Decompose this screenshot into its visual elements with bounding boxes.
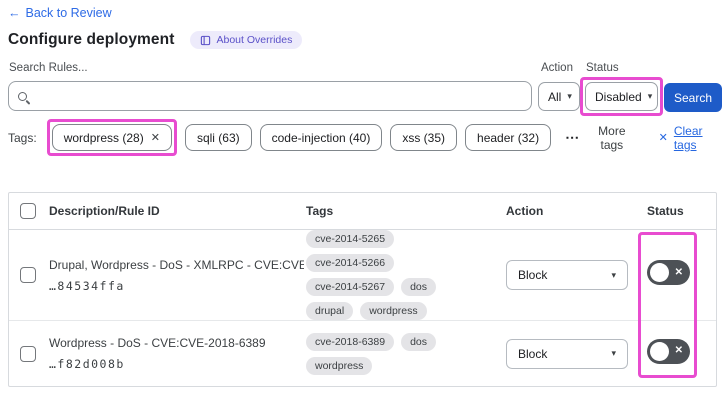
page-title: Configure deployment [8,31,175,48]
column-header-status: Status [647,204,684,218]
rule-tags: cve-2018-6389 dos wordpress [304,332,503,375]
tag-pill-header[interactable]: header (32) [465,124,552,151]
row-checkbox[interactable] [20,345,36,362]
tags-filter-bar: Tags: wordpress (28) ✕ sqli (63) code-in… [8,119,725,156]
rule-description: Drupal, Wordpress - DoS - XMLRPC - CVE:C… [49,257,304,272]
tag-pill-sqli[interactable]: sqli (63) [184,124,252,151]
highlight-box-status-filter: Disabled ▾ [580,77,663,116]
book-icon [200,35,211,46]
clear-tags-icon: ✕ [658,132,668,144]
column-header-tags: Tags [306,204,334,218]
chevron-down-icon: ▾ [567,91,572,101]
search-icon [18,91,27,101]
rule-tag: dos [401,278,436,296]
action-select[interactable]: Block ▾ [506,260,628,290]
status-dropdown-value: Disabled [595,89,642,104]
action-dropdown[interactable]: All ▾ [538,82,580,111]
chevron-down-icon: ▾ [647,91,653,101]
toggle-knob [650,263,669,282]
action-select[interactable]: Block ▾ [506,338,628,369]
rule-tag: wordpress [360,302,427,320]
search-rules-label: Search Rules... [9,62,88,74]
search-input[interactable] [8,81,532,111]
rule-tags: cve-2014-5265 cve-2014-5266 cve-2014-526… [304,230,503,320]
search-button[interactable]: Search [664,83,722,112]
table-header-row: Description/Rule ID Tags Action Status [9,193,716,230]
rule-id: …f82d008b [49,357,125,371]
rule-tag: cve-2018-6389 [306,332,395,351]
tags-label: Tags: [8,130,37,145]
rule-tag: cve-2014-5267 [306,278,395,296]
action-select-value: Block [518,346,548,361]
status-toggle[interactable]: ✕ [647,260,690,285]
tag-pill-label: wordpress (28) [63,130,144,145]
remove-tag-icon[interactable]: ✕ [151,131,160,144]
rules-table: Description/Rule ID Tags Action Status D… [8,192,717,387]
toggle-off-icon: ✕ [674,345,683,356]
rule-tag: wordpress [306,356,373,375]
toggle-knob [650,341,669,361]
back-arrow-icon: ← [8,6,21,20]
tag-pill-xss[interactable]: xss (35) [390,124,458,151]
rule-description: Wordpress - DoS - CVE:CVE-2018-6389 [49,336,266,350]
clear-tags-label: Clear tags [673,123,703,152]
rule-tag: drupal [306,302,354,320]
action-dropdown-value: All [548,89,562,104]
rule-id: …84534ffa [49,278,125,293]
table-row: Wordpress - DoS - CVE:CVE-2018-6389 …f82… [9,320,716,386]
highlight-box-selected-tag: wordpress (28) ✕ [46,119,177,156]
rule-tag: dos [401,332,436,351]
action-select-value: Block [518,268,548,282]
back-to-review-link[interactable]: ← Back to Review [8,6,112,20]
configure-deployment-page: ← Back to Review Configure deployment Ab… [0,0,725,406]
about-overrides-label: About Overrides [216,34,293,46]
status-filter-label: Status [586,62,619,74]
toggle-off-icon: ✕ [674,266,683,278]
status-toggle[interactable]: ✕ [647,338,690,364]
chevron-down-icon: ▾ [611,269,616,280]
row-checkbox[interactable] [20,267,36,283]
column-header-description: Description/Rule ID [49,204,160,218]
column-header-action: Action [506,204,544,218]
tag-pill-wordpress[interactable]: wordpress (28) ✕ [51,124,172,151]
chevron-down-icon: ▾ [611,348,616,358]
more-tags-button[interactable]: ⋯ More tags [565,124,637,152]
title-row: Configure deployment About Overrides [8,31,303,49]
action-filter-label: Action [541,62,573,74]
back-link-label: Back to Review [25,6,112,20]
more-tags-label: More tags [598,123,626,152]
search-rules-field[interactable] [34,89,522,103]
rule-tag: cve-2014-5266 [306,254,395,272]
table-row: Drupal, Wordpress - DoS - XMLRPC - CVE:C… [9,230,716,320]
status-dropdown[interactable]: Disabled ▾ [585,82,658,111]
select-all-checkbox[interactable] [20,203,36,219]
tag-pill-code-injection[interactable]: code-injection (40) [259,124,383,151]
clear-tags-link[interactable]: ✕ Clear tags [659,124,725,152]
rule-tag: cve-2014-5265 [306,230,395,248]
about-overrides-badge[interactable]: About Overrides [190,31,303,49]
ellipsis-icon: ⋯ [565,129,581,145]
